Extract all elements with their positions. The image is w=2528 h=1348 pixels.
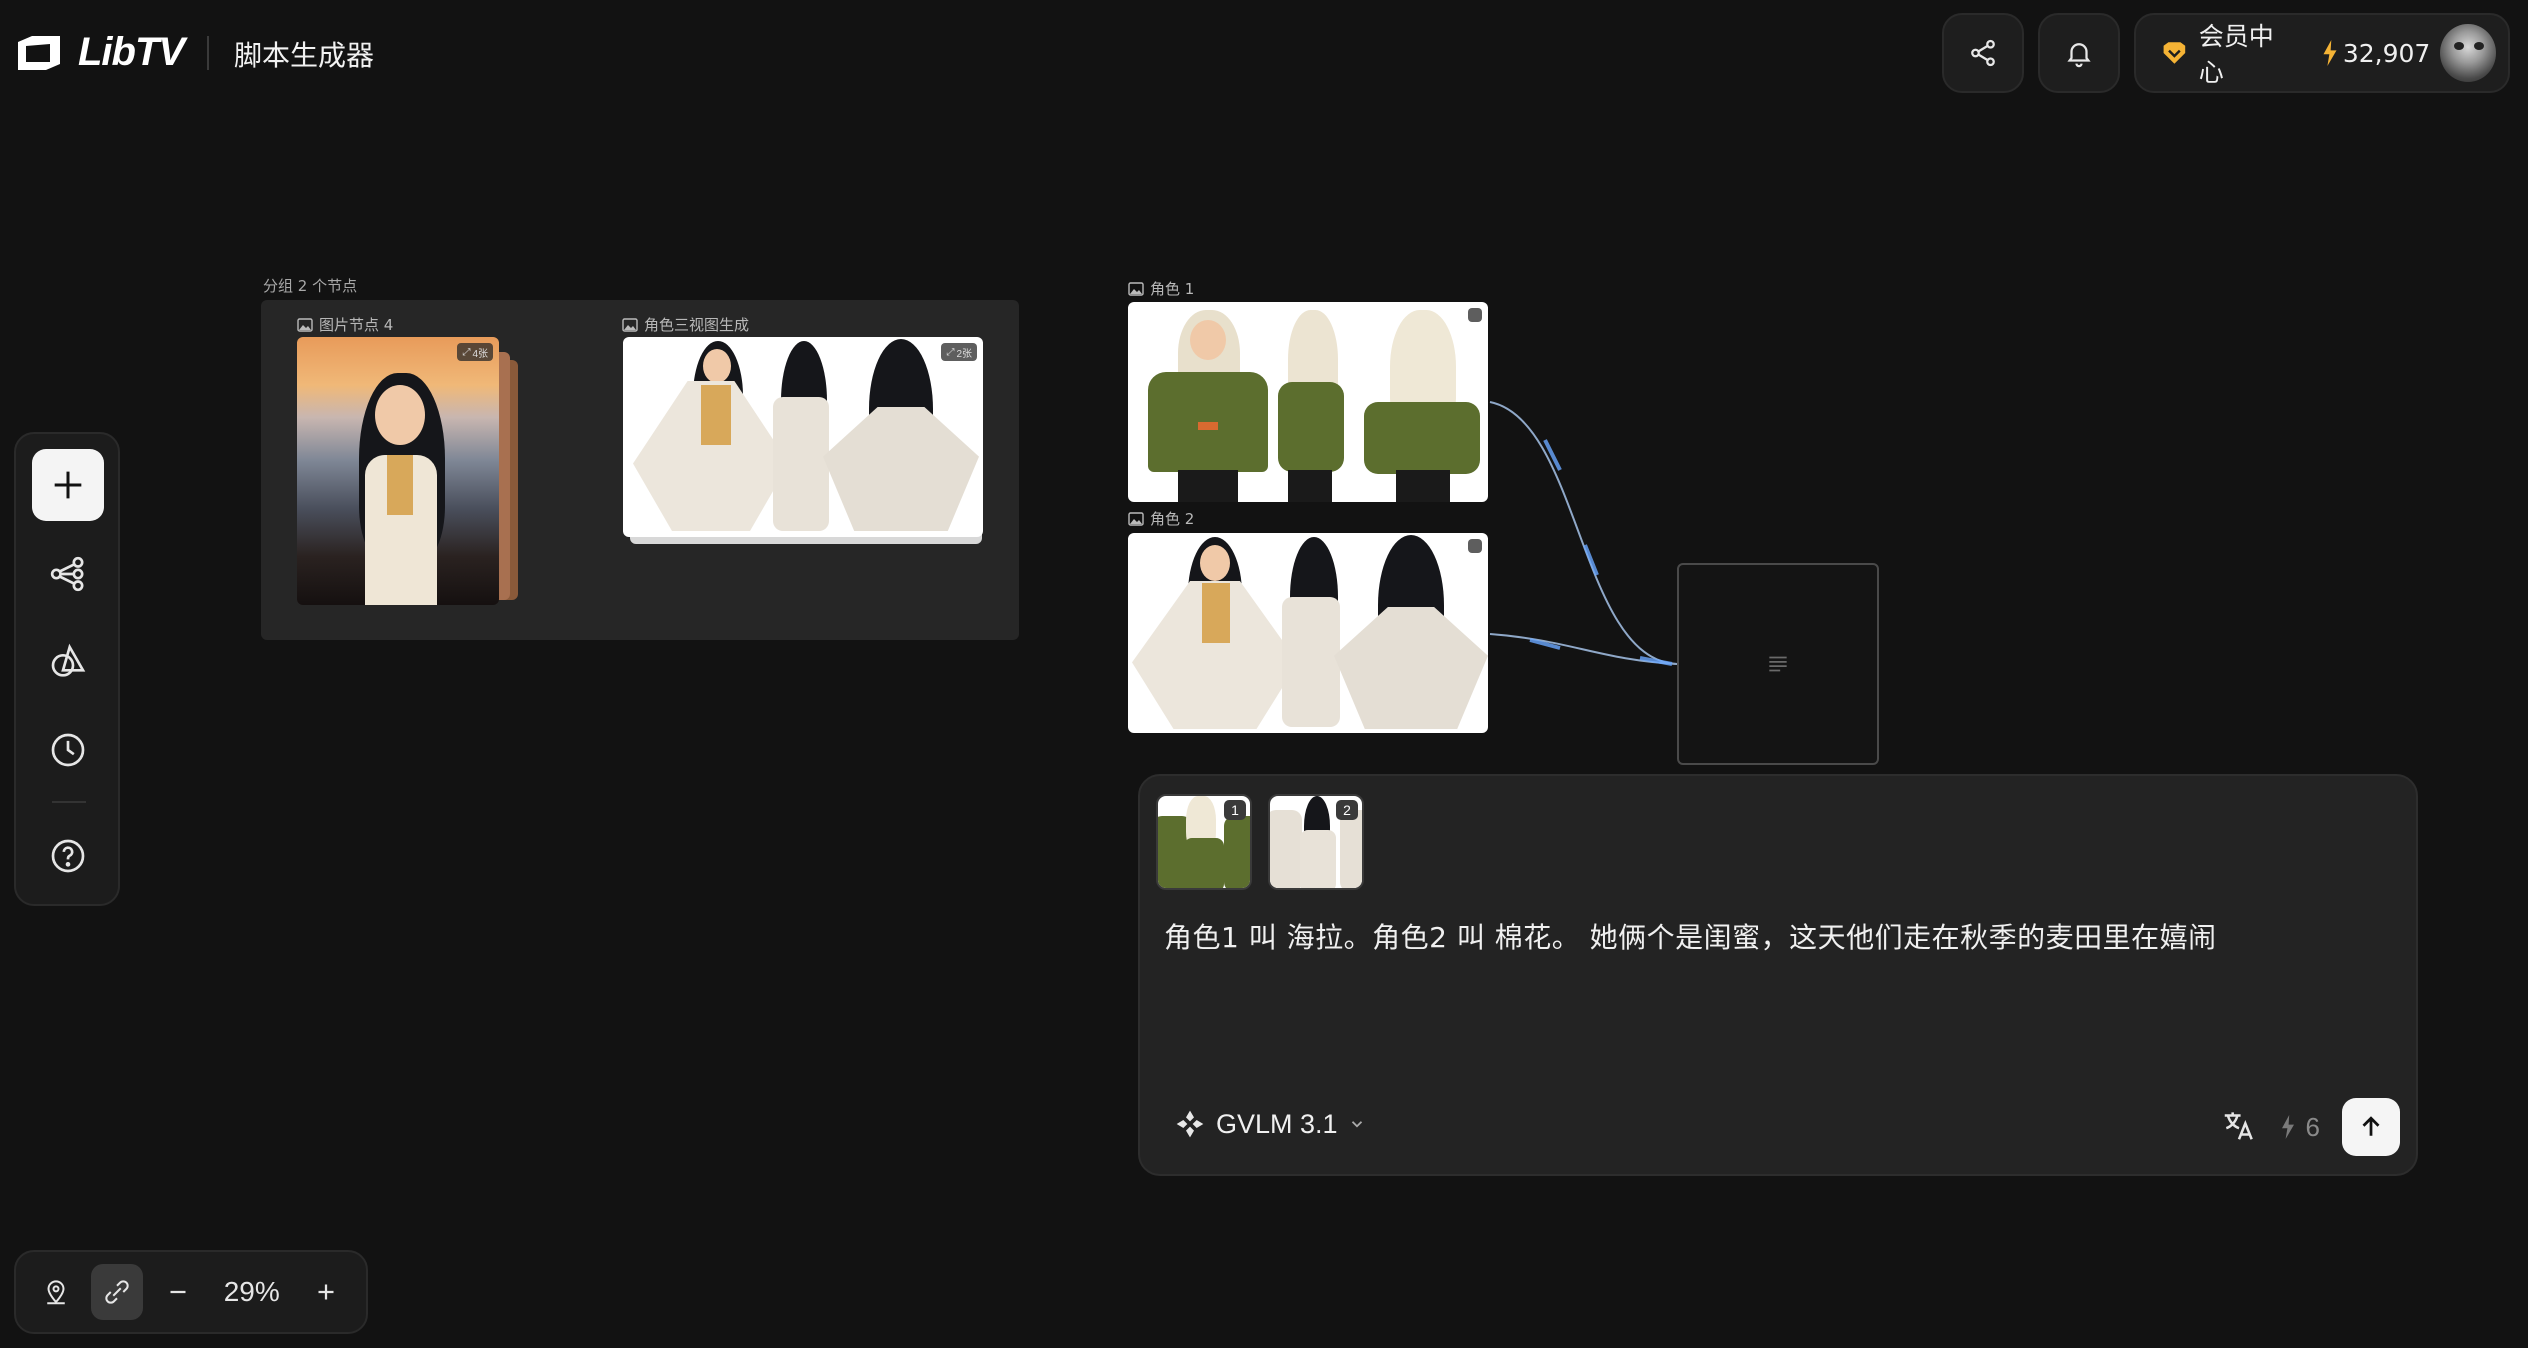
threeview-node-title: 角色三视图生成	[644, 316, 750, 334]
image-icon	[1128, 281, 1144, 296]
prompt-input[interactable]: 角色1 叫 海拉。角色2 叫 棉花。 她俩个是闺蜜，这天他们走在秋季的麦田里在嬉…	[1164, 916, 2217, 956]
role1-image-node[interactable]	[1128, 302, 1488, 502]
send-button[interactable]	[2342, 1098, 2400, 1156]
lightning-icon	[2281, 1115, 2294, 1139]
role1-title: 角色 1	[1150, 280, 1195, 298]
image-node-title: 图片节点 4	[319, 316, 394, 334]
role2-title: 角色 2	[1150, 510, 1195, 528]
text-lines-icon	[1769, 656, 1787, 672]
image-node-4[interactable]: ⤢ 4张	[297, 337, 499, 605]
cost-value: 6	[2305, 1111, 2320, 1142]
threeview-node-label: 角色三视图生成	[622, 314, 749, 335]
role2-node-label: 角色 2	[1128, 508, 1194, 529]
model-selector[interactable]: GVLM 3.1	[1174, 1108, 1366, 1140]
image-icon	[622, 317, 638, 332]
thumb-index: 2	[1336, 800, 1358, 820]
count-badge: ⤢ 4张	[457, 343, 493, 361]
translate-button[interactable]	[2220, 1106, 2258, 1149]
prompt-actions: 6	[2220, 1098, 2400, 1156]
reference-thumb-1[interactable]: 1	[1156, 794, 1252, 890]
threeview-node[interactable]: ⤢ 2张	[623, 337, 983, 537]
image-node-label: 图片节点 4	[297, 314, 393, 335]
model-name: GVLM 3.1	[1216, 1108, 1338, 1139]
prompt-panel: 1 2 角色1 叫 海拉。角色2 叫 棉花。 她俩个是闺蜜，这天他们走在秋季的麦…	[1138, 774, 2418, 1176]
connection-line-role1	[1489, 401, 1678, 665]
chevron-down-icon	[1351, 1121, 1362, 1128]
image-icon	[1128, 511, 1144, 526]
thumb-index: 1	[1224, 800, 1246, 820]
image-icon	[297, 317, 313, 332]
expand-icon[interactable]	[1468, 308, 1482, 322]
model-logo-icon	[1176, 1110, 1204, 1138]
text-output-node[interactable]	[1677, 563, 1879, 765]
role1-node-label: 角色 1	[1128, 278, 1194, 299]
reference-thumb-2[interactable]: 2	[1268, 794, 1364, 890]
role2-image-node[interactable]	[1128, 533, 1488, 733]
expand-icon[interactable]	[1468, 539, 1482, 553]
count-badge: ⤢ 2张	[941, 343, 977, 361]
credit-cost: 6	[2280, 1112, 2320, 1143]
arrow-up-icon	[2362, 1116, 2380, 1136]
group-label: 分组 2 个节点	[263, 277, 358, 295]
translate-icon	[2224, 1111, 2253, 1140]
